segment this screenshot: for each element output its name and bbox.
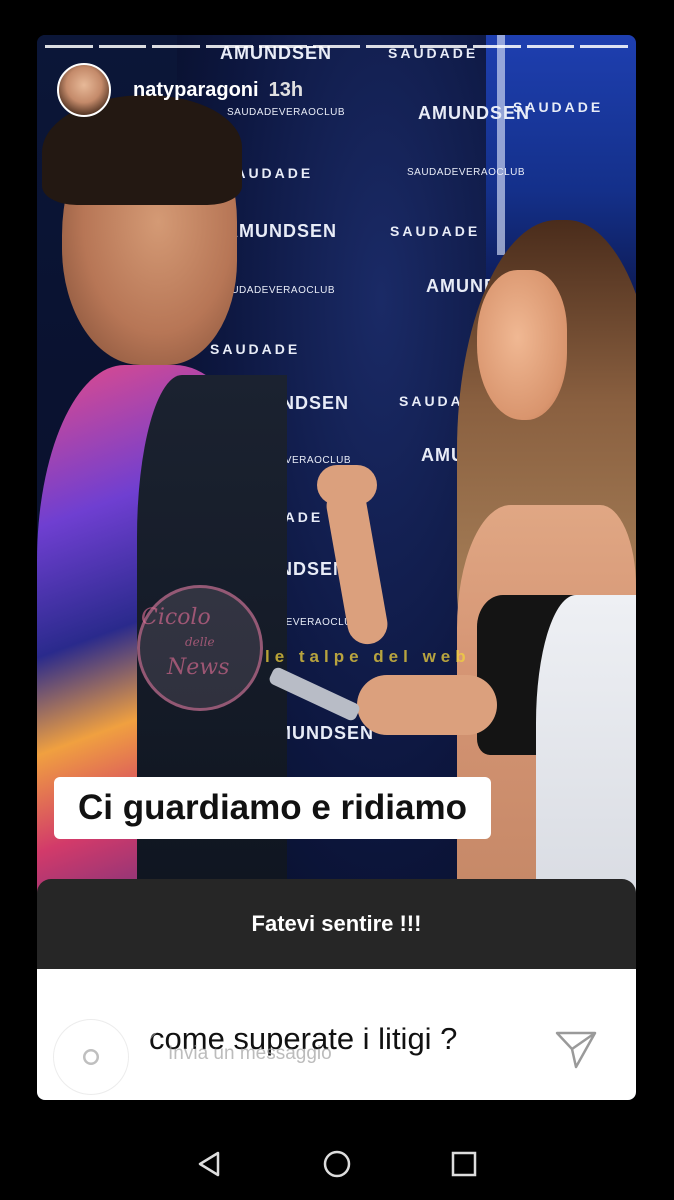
watermark-text: delle [185, 635, 215, 649]
progress-segment [580, 45, 628, 48]
progress-segment [152, 45, 200, 48]
woman-hand-lower [357, 675, 497, 735]
question-answer-area: come superate i litigi ? Invia un messag… [37, 969, 636, 1100]
nav-home-icon [321, 1148, 353, 1185]
woman-face [477, 270, 567, 420]
progress-segment [312, 45, 361, 48]
send-button[interactable] [551, 1027, 601, 1077]
avatar[interactable] [57, 63, 111, 117]
progress-segment [259, 45, 307, 48]
story-caption: Ci guardiamo e ridiamo [54, 777, 491, 839]
send-icon [554, 1030, 598, 1075]
camera-button[interactable] [53, 1019, 129, 1095]
nav-recents-button[interactable] [446, 1148, 482, 1184]
progress-segment [366, 45, 414, 48]
question-sticker: Fatevi sentire !!! come superate i litig… [37, 879, 636, 1100]
progress-segment [419, 45, 468, 48]
progress-segment [205, 45, 254, 48]
story-header: natyparagoni 13h [57, 63, 303, 117]
brand-text: SAUDADEVERAOCLUB [407, 167, 526, 178]
story-progress-bar [45, 45, 628, 48]
story-viewer[interactable]: AMUNDSEN SAUDADE SAUDADEVERAOCLUB AMUNDS… [37, 35, 636, 1100]
nav-back-icon [194, 1149, 224, 1184]
progress-segment [98, 45, 147, 48]
reply-input[interactable]: Invia un messaggio [145, 1027, 519, 1081]
reply-placeholder: Invia un messaggio [168, 1043, 332, 1064]
watermark-text: Cicolo [141, 605, 211, 630]
nav-home-button[interactable] [319, 1148, 355, 1184]
brand-text: SAUDADE [210, 341, 301, 357]
watermark-text: News [167, 655, 230, 680]
brand-text: SAUDADE [513, 99, 604, 115]
nav-back-button[interactable] [191, 1148, 227, 1184]
backdrop-strip [497, 35, 505, 255]
progress-segment [45, 45, 93, 48]
nav-recents-icon [449, 1149, 479, 1184]
white-clothing [536, 595, 636, 915]
camera-icon [70, 1038, 112, 1077]
question-prompt: Fatevi sentire !!! [37, 879, 636, 969]
brand-text: SAUDADE [390, 223, 481, 239]
brand-text: AMUNDSEN [225, 221, 338, 241]
username[interactable]: natyparagoni [133, 79, 259, 102]
watermark-talpe: le talpe del web [265, 647, 471, 666]
progress-segment [526, 45, 575, 48]
progress-segment [473, 45, 521, 48]
post-time: 13h [268, 78, 304, 101]
